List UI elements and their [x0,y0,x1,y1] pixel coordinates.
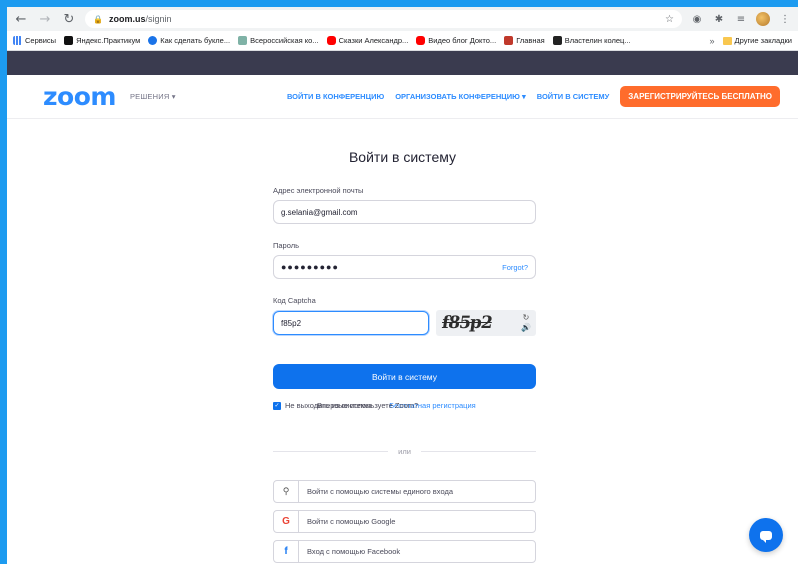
captcha-label: Код Captcha [273,296,316,305]
url-path: /signin [145,14,172,24]
apps-grid-icon [13,36,22,45]
lock-icon: 🔒 [93,14,103,24]
bookmarks-overflow-button[interactable]: » [710,36,715,46]
refresh-captcha-icon[interactable]: ↻ [523,313,530,323]
youtube-icon [326,36,336,45]
reading-list-icon[interactable]: ≡ [734,12,748,26]
facebook-icon: f [274,541,299,562]
top-dark-banner [7,51,798,75]
nav-links: ВОЙТИ В КОНФЕРЕНЦИЮ ОРГАНИЗОВАТЬ КОНФЕРЕ… [287,86,798,107]
keep-signed-checkbox[interactable]: ✓ [273,401,281,410]
chat-bubble-icon [760,530,772,543]
key-icon: ⚲ [274,481,299,502]
browser-window: ← → ↻ 🔒 zoom.us/signin ☆ ◉ ✱ ≡ ⋮ Сервисы… [7,7,798,564]
google-icon: G [274,511,299,532]
folder-icon [722,36,732,45]
chat-support-button[interactable] [749,518,783,552]
email-label: Адрес электронной почты [273,186,364,195]
site-favicon-icon [148,36,158,45]
signin-submit-button[interactable]: Войти в систему [273,364,536,389]
bookmark-item[interactable]: Сказки Александр... [326,36,408,45]
facebook-signin-button[interactable]: f Вход с помощью Facebook [273,540,536,563]
page-title: Войти в систему [348,149,457,165]
bookmarks-bar: Сервисы Яндекс.Практикум Как сделать бук… [7,31,798,51]
host-meeting-dropdown[interactable]: ОРГАНИЗОВАТЬ КОНФЕРЕНЦИЮ ▾ [395,92,526,101]
new-to-zoom-text: Впервые используете Zoom? [317,401,419,410]
google-signin-button[interactable]: G Войти с помощью Google [273,510,536,533]
sso-signin-button[interactable]: ⚲ Войти с помощью системы единого входа [273,480,536,503]
bookmark-item[interactable]: Яндекс.Практикум [64,36,140,45]
solutions-dropdown[interactable]: РЕШЕНИЯ ▾ [130,92,176,101]
youtube-icon [416,36,426,45]
email-field[interactable]: g.selania@gmail.com [273,200,536,224]
profile-avatar[interactable] [756,12,770,26]
forgot-password-link[interactable]: Forgot? [502,263,528,272]
join-meeting-link[interactable]: ВОЙТИ В КОНФЕРЕНЦИЮ [287,92,384,101]
puzzle-extensions-icon[interactable]: ✱ [712,12,726,26]
keep-signed-row: ✓ Не выходить из системы Впервые использ… [273,401,543,410]
browser-toolbar: ← → ↻ 🔒 zoom.us/signin ☆ ◉ ✱ ≡ ⋮ [7,7,798,31]
extension-icon[interactable]: ◉ [690,12,704,26]
signin-link[interactable]: ВОЙТИ В СИСТЕМУ [537,92,610,101]
bookmark-item[interactable]: Сервисы [13,36,56,45]
practicum-icon [64,36,74,45]
url-host: zoom.us [108,14,146,24]
bookmark-item[interactable]: Всероссийская ко... [238,36,319,45]
menu-kebab-icon[interactable]: ⋮ [778,12,792,26]
back-arrow-icon[interactable]: ← [13,11,29,27]
forward-arrow-icon[interactable]: → [37,11,53,27]
captcha-input[interactable]: f85p2 [273,311,429,335]
signup-free-button[interactable]: ЗАРЕГИСТРИРУЙТЕСЬ БЕСПЛАТНО [620,86,780,107]
or-divider: или [273,447,537,456]
site-favicon-icon [238,36,248,45]
zoom-logo[interactable]: zoom [43,82,116,111]
bookmark-item[interactable]: Главная [504,36,545,45]
reload-icon[interactable]: ↻ [61,11,77,27]
zoom-navbar: zoom РЕШЕНИЯ ▾ ВОЙТИ В КОНФЕРЕНЦИЮ ОРГАН… [7,75,798,119]
address-bar[interactable]: 🔒 zoom.us/signin ☆ [85,10,682,28]
bookmark-item[interactable]: Властелин колец... [552,36,631,45]
bookmark-item[interactable]: Видео блог Докто... [416,36,496,45]
bookmark-item[interactable]: Как сделать букле... [148,36,230,45]
bookmark-star-icon[interactable]: ☆ [665,14,674,25]
other-bookmarks-folder[interactable]: Другие закладки [722,36,792,45]
password-field[interactable]: ●●●●●●●●● Forgot? [273,255,536,279]
captcha-image: f85p2 ↻ 🔊 [436,310,536,336]
hd-icon [552,36,562,45]
password-label: Пароль [273,241,300,250]
site-favicon-icon [504,36,514,45]
audio-captcha-icon[interactable]: 🔊 [521,323,531,333]
